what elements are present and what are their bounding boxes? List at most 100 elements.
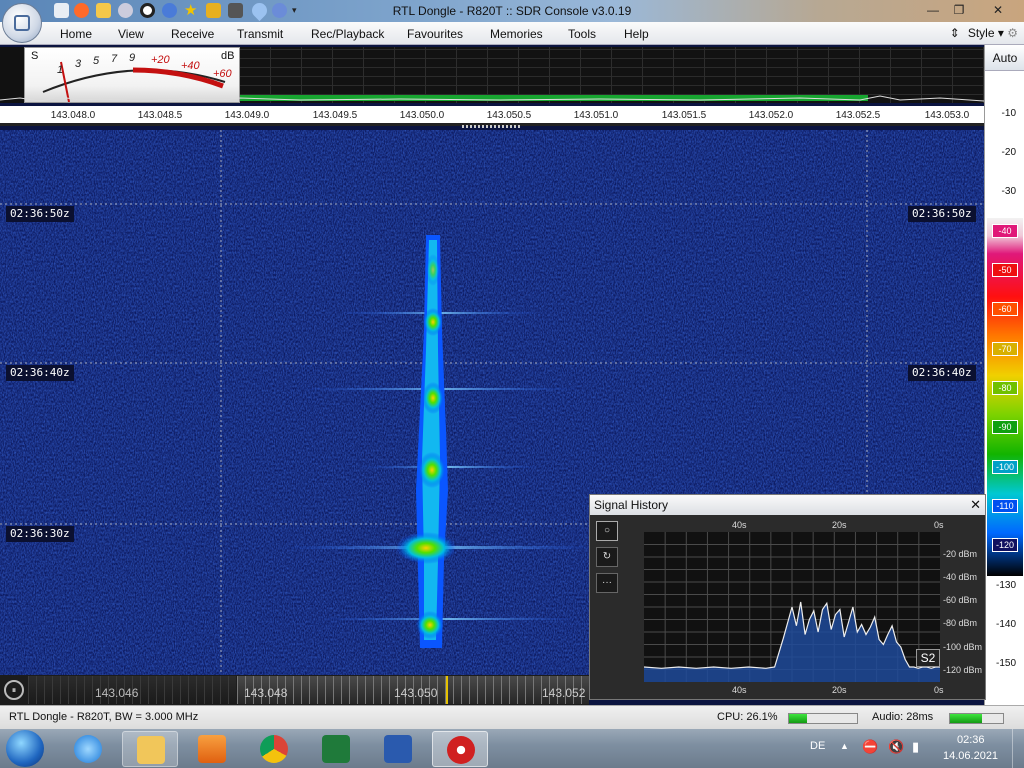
- show-desktop-button[interactable]: [1012, 729, 1024, 768]
- signal-history-panel: Signal History ✕ ○ ↻ ··· 40s 20s 0s 40s …: [589, 494, 986, 700]
- gear-icon[interactable]: ⚙: [1007, 26, 1018, 40]
- color-gradient-bar[interactable]: -40 -50 -60 -70 -80 -90 -100 -110 -120: [987, 218, 1023, 576]
- taskbar-media-player[interactable]: [184, 731, 240, 767]
- freq-tick: 143.048.5: [137, 110, 183, 121]
- audio-meter-fill: [950, 714, 982, 723]
- cpu-meter-fill: [789, 714, 807, 723]
- spectrum-trace: [0, 95, 984, 102]
- menu-bar: Home View Receive Transmit Rec/Playback …: [0, 22, 1024, 45]
- menu-rec-playback[interactable]: Rec/Playback: [311, 27, 384, 41]
- sdr-console-icon: [447, 736, 475, 764]
- tuning-strip[interactable]: ⏸ 143.046 143.048 143.050 143.052: [0, 675, 589, 705]
- scale-label: -30: [1001, 186, 1016, 197]
- s-tick: 9: [129, 52, 136, 64]
- clock-date[interactable]: 14.06.2021: [943, 750, 998, 762]
- cpu-meter: [788, 713, 858, 724]
- tuner-freq: 143.052: [542, 686, 586, 700]
- time-label-left: 02:36:50z: [6, 206, 74, 222]
- signal-history-title: Signal History: [594, 498, 669, 512]
- taskbar-excel[interactable]: [308, 731, 364, 767]
- cpu-usage: CPU: 26.1%: [717, 711, 778, 723]
- s-tick: 7: [111, 53, 118, 65]
- word-icon: [384, 735, 412, 763]
- time-axis-label: 40s: [732, 685, 747, 695]
- minimize-button[interactable]: —: [920, 1, 946, 19]
- auto-button[interactable]: Auto: [985, 45, 1024, 71]
- menu-view[interactable]: View: [118, 27, 144, 41]
- s-meter-db-label: dB: [221, 50, 235, 62]
- scale-box: -40: [992, 224, 1018, 238]
- taskbar-sdr-console[interactable]: [432, 731, 488, 767]
- ie-icon: [74, 735, 102, 763]
- scale-box: -60: [992, 302, 1018, 316]
- taskbar-word[interactable]: [370, 731, 426, 767]
- time-label-left: 02:36:40z: [6, 365, 74, 381]
- time-axis-label: 20s: [832, 685, 847, 695]
- scroll-arrows-icon: ⇕: [949, 26, 960, 40]
- taskbar-explorer[interactable]: [122, 731, 178, 767]
- menu-home[interactable]: Home: [60, 27, 92, 41]
- close-button[interactable]: ✕: [978, 1, 1018, 19]
- freq-tick: 143.049.5: [312, 110, 358, 121]
- time-axis-label: 0s: [934, 685, 944, 695]
- freq-tick: 143.050.0: [399, 110, 445, 121]
- tuner-freq: 143.050: [394, 686, 438, 700]
- freq-tick: 143.050.5: [486, 110, 532, 121]
- volume-icon[interactable]: 🔇: [888, 739, 904, 755]
- signal-icon[interactable]: ▮: [912, 739, 919, 755]
- plus-tick: +20: [151, 54, 170, 66]
- menu-receive[interactable]: Receive: [171, 27, 214, 41]
- scale-box: -120: [992, 538, 1018, 552]
- s-meter-s-label: S: [31, 50, 39, 62]
- dropdown-icon: ▾: [997, 26, 1004, 40]
- scale-box: -90: [992, 420, 1018, 434]
- menu-help[interactable]: Help: [624, 27, 649, 41]
- tuner-freq: 143.046: [95, 686, 139, 700]
- menu-favourites[interactable]: Favourites: [407, 27, 463, 41]
- record-button[interactable]: ○: [596, 521, 618, 541]
- reset-button[interactable]: ↻: [596, 547, 618, 567]
- scale-box: -50: [992, 263, 1018, 277]
- app-menu-button[interactable]: [2, 3, 42, 43]
- language-indicator[interactable]: DE: [810, 740, 825, 752]
- s-tick: 1: [57, 64, 64, 76]
- pause-button[interactable]: ⏸: [4, 680, 24, 700]
- menu-transmit[interactable]: Transmit: [237, 27, 283, 41]
- clock-time[interactable]: 02:36: [957, 734, 985, 746]
- freq-tick: 143.051.0: [573, 110, 619, 121]
- tuner-freq: 143.048: [244, 686, 288, 700]
- tray-expand-icon[interactable]: ▲: [840, 741, 849, 751]
- time-axis-label: 0s: [934, 520, 944, 530]
- taskbar-chrome[interactable]: [246, 731, 302, 767]
- maximize-button[interactable]: ❐: [946, 1, 972, 19]
- style-menu[interactable]: ⇕ Style ▾ ⚙: [950, 26, 1018, 40]
- audio-meter: [949, 713, 1004, 724]
- splitter-handle[interactable]: [462, 125, 522, 128]
- start-button[interactable]: [6, 730, 44, 767]
- freq-tick: 143.048.0: [50, 110, 96, 121]
- more-button[interactable]: ···: [596, 573, 618, 593]
- scale-label: -20: [1001, 147, 1016, 158]
- menu-tools[interactable]: Tools: [568, 27, 596, 41]
- freq-tick: 143.049.0: [224, 110, 270, 121]
- dbm-label: -120 dBm: [943, 665, 983, 675]
- time-label-right: 02:36:50z: [908, 206, 976, 222]
- menu-memories[interactable]: Memories: [490, 27, 543, 41]
- time-axis-label: 20s: [832, 520, 847, 530]
- scale-label: -150: [995, 658, 1016, 669]
- network-icon[interactable]: ⛔: [862, 739, 878, 755]
- scale-box: -70: [992, 342, 1018, 356]
- scale-label: -140: [995, 619, 1016, 630]
- scale-box: -100: [992, 460, 1018, 474]
- taskbar: DE ▲ ⛔ 🔇 ▮ 02:36 14.06.2021: [0, 729, 1024, 768]
- dbm-label: -80 dBm: [943, 618, 978, 628]
- frequency-axis[interactable]: 143.048.0 143.048.5 143.049.0 143.049.5 …: [0, 106, 984, 126]
- title-bar: ★ ▾ RTL Dongle - R820T :: SDR Console v3…: [0, 0, 1024, 22]
- close-icon[interactable]: ✕: [970, 495, 981, 515]
- chrome-icon: [260, 735, 288, 763]
- level-scale: Auto -10 -20 -30 -40 -50 -60 -70 -80 -90…: [984, 45, 1024, 705]
- time-label-left: 02:36:30z: [6, 526, 74, 542]
- taskbar-internet-explorer[interactable]: [60, 731, 116, 767]
- window-title: RTL Dongle - R820T :: SDR Console v3.0.1…: [392, 4, 632, 18]
- freq-tick: 143.053.0: [924, 110, 970, 121]
